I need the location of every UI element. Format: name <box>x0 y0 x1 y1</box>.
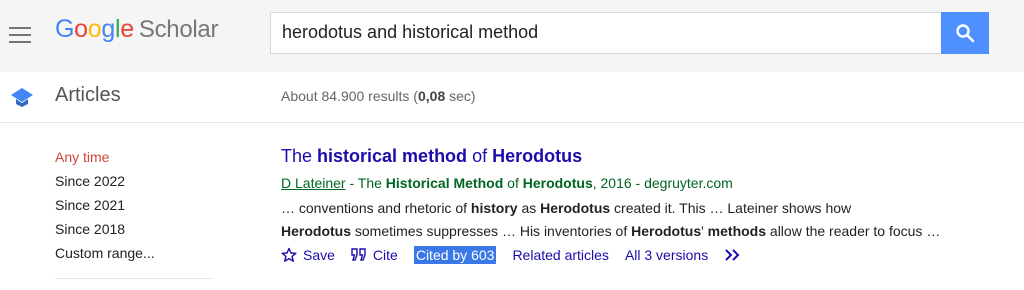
graduation-cap-icon <box>11 88 33 107</box>
cited-by-link[interactable]: Cited by 603 <box>413 246 497 264</box>
snippet-line: Herodotus sometimes suppresses … His inv… <box>281 220 1021 243</box>
results-subbar: Articles About 84.900 results (0,08 sec) <box>0 72 1024 123</box>
search-button[interactable] <box>941 12 989 54</box>
save-label: Save <box>303 247 335 263</box>
snippet-part: Herodotus <box>631 223 702 239</box>
author-link[interactable]: D Lateiner <box>281 175 346 191</box>
all-versions-link[interactable]: All 3 versions <box>625 247 708 263</box>
snippet-line: … conventions and rhetoric of history as… <box>281 197 1021 220</box>
cited-by-label: Cited by 603 <box>413 246 497 264</box>
title-part: Herodotus <box>492 146 583 166</box>
search-icon <box>956 24 975 43</box>
results-prefix: About 84.900 results ( <box>281 88 418 104</box>
search-result: The historical method of Herodotus D Lat… <box>281 146 1021 264</box>
filter-any-time[interactable]: Any time <box>55 150 155 174</box>
header: Google Scholar <box>0 0 1024 72</box>
quote-icon <box>351 248 366 261</box>
filter-since-2021[interactable]: Since 2021 <box>55 198 155 222</box>
snippet-part: … conventions and rhetoric of <box>281 200 471 216</box>
result-actions: Save Cite Cited by 603 Related articles … <box>281 246 1021 264</box>
filter-since-2022[interactable]: Since 2022 <box>55 174 155 198</box>
meta-part: Historical Method <box>385 175 504 191</box>
filters-divider <box>55 278 213 279</box>
save-button[interactable]: Save <box>281 247 335 263</box>
snippet-part: allow the reader to focus … <box>766 223 941 239</box>
meta-part: of <box>503 175 523 191</box>
title-part: historical method <box>317 146 468 166</box>
meta-part: , 2016 - degruyter.com <box>592 175 733 191</box>
meta-part: - The <box>345 175 386 191</box>
search-input[interactable] <box>282 22 922 43</box>
snippet-part: sometimes suppresses … His inventories o… <box>351 223 632 239</box>
time-filters: Any time Since 2022 Since 2021 Since 201… <box>55 150 155 270</box>
google-scholar-logo[interactable]: Google Scholar <box>55 15 218 44</box>
logo-letter: o <box>74 15 88 43</box>
results-count: About 84.900 results (0,08 sec) <box>281 88 476 104</box>
snippet-part: created it. This … Lateiner shows how <box>610 200 852 216</box>
more-button[interactable] <box>724 248 748 262</box>
section-label: Articles <box>55 84 121 106</box>
result-snippet: … conventions and rhetoric of history as… <box>281 197 1021 243</box>
results-suffix: sec) <box>445 88 476 104</box>
star-icon <box>281 247 297 262</box>
snippet-part: Herodotus <box>281 223 351 239</box>
cite-button[interactable]: Cite <box>351 247 398 263</box>
logo-letter: o <box>87 15 102 43</box>
double-chevron-icon <box>725 249 740 261</box>
logo-scholar-text: Scholar <box>138 16 219 43</box>
title-part: The <box>281 146 318 166</box>
logo-letter: e <box>120 15 134 43</box>
result-meta: D Lateiner - The Historical Method of He… <box>281 175 1021 191</box>
logo-letter: g <box>101 15 115 43</box>
logo-letter: G <box>55 15 75 43</box>
meta-part: Herodotus <box>522 175 593 191</box>
filter-custom-range[interactable]: Custom range... <box>55 246 155 270</box>
related-articles-link[interactable]: Related articles <box>512 247 609 263</box>
filter-since-2018[interactable]: Since 2018 <box>55 222 155 246</box>
snippet-part: Herodotus <box>540 200 611 216</box>
search-box <box>270 12 940 54</box>
snippet-part: history <box>470 200 518 216</box>
title-part: of <box>467 146 493 166</box>
snippet-part: methods <box>707 223 767 239</box>
menu-icon[interactable] <box>9 27 31 43</box>
result-title-link[interactable]: The historical method of Herodotus <box>281 146 1021 167</box>
snippet-part: as <box>517 200 541 216</box>
cite-label: Cite <box>372 247 398 263</box>
results-time: 0,08 <box>417 88 446 104</box>
